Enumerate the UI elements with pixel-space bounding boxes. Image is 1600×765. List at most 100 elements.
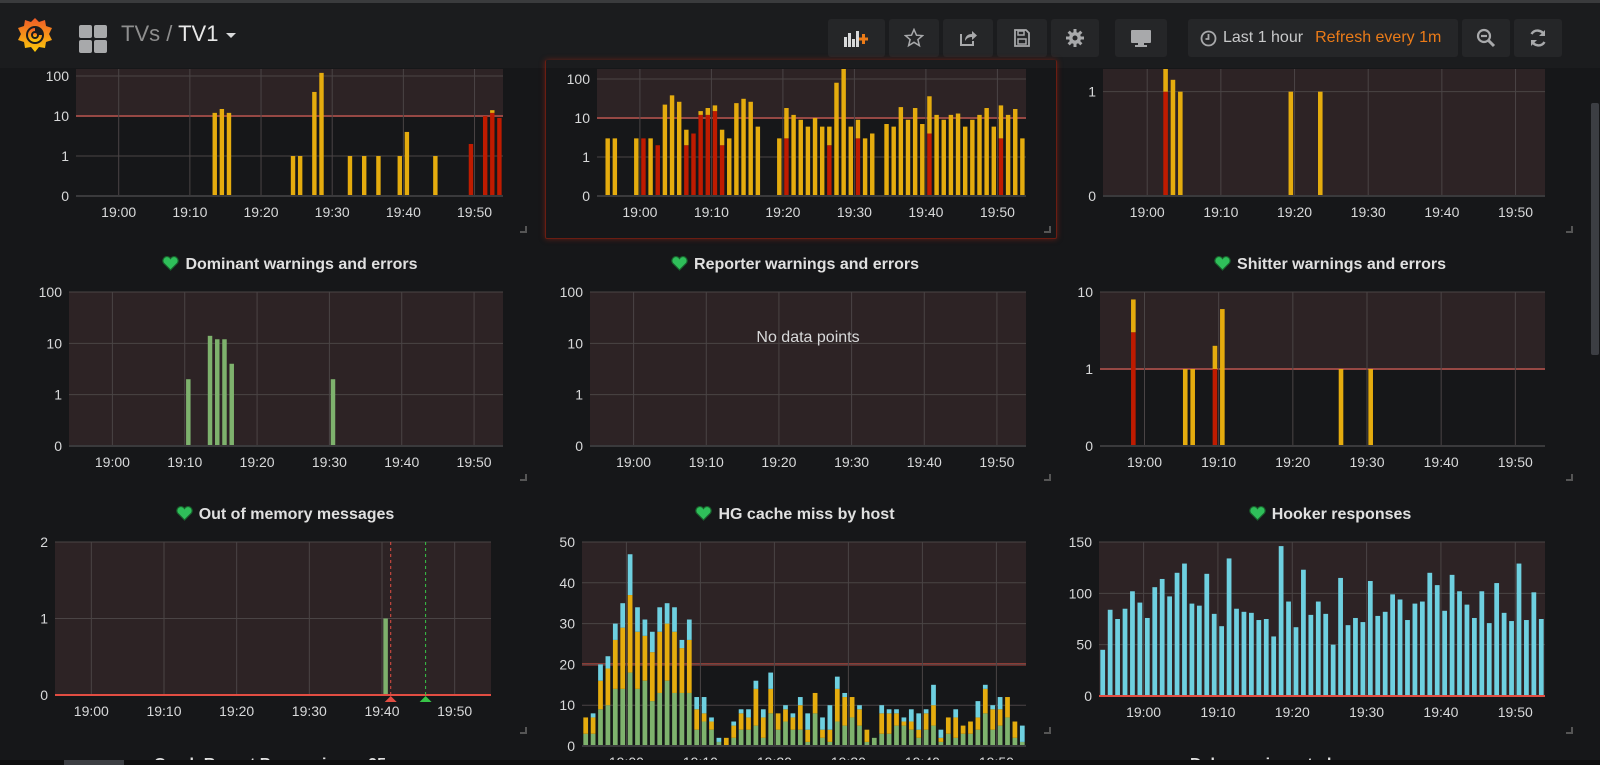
x-tick-label: 19:20 [219, 703, 254, 719]
breadcrumb[interactable]: TVs / TV1 [121, 21, 237, 47]
bar-host-a [834, 721, 840, 746]
bar-host-b [709, 721, 714, 730]
bar-host-c [842, 692, 848, 698]
y-tick-label: 10 [46, 335, 62, 351]
bar-host-b [901, 721, 907, 726]
x-tick-label: 19:50 [1498, 454, 1533, 470]
dashboards-grid-icon[interactable] [79, 25, 107, 53]
bar-host-a [916, 737, 922, 746]
bar-host-c [768, 672, 774, 689]
bar-responses [1531, 592, 1537, 696]
bar-warnings [1170, 79, 1176, 196]
bar-host-c [879, 705, 885, 714]
bar-host-a [598, 709, 603, 746]
save-dashboard-button[interactable] [997, 19, 1047, 57]
bar-host-b [968, 721, 973, 734]
vertical-scrollbar[interactable] [1591, 103, 1599, 355]
bar-host-b [620, 627, 626, 689]
panel-resize-handle[interactable] [520, 474, 527, 481]
y-tick-label: 0 [1088, 188, 1096, 204]
alert-ok-heart-icon [671, 256, 688, 271]
bar-host-c [805, 713, 811, 730]
y-tick-label: 50 [559, 534, 575, 550]
bar-warnings [1182, 369, 1188, 446]
bar-host-a [790, 729, 796, 746]
annotation-marker[interactable] [384, 696, 397, 702]
y-tick-label: 10 [559, 697, 575, 713]
x-tick-label: 19:50 [457, 454, 492, 470]
bar-responses [1434, 585, 1440, 696]
panel-title[interactable]: Hooker responses [1050, 506, 1600, 524]
bar-host-b [982, 688, 988, 714]
bar-host-a [812, 713, 818, 746]
y-tick-label: 100 [1069, 585, 1093, 601]
bar-host-a [886, 733, 892, 746]
grafana-logo-icon[interactable] [16, 16, 54, 54]
bar-warnings [222, 339, 227, 446]
panel-resize-handle[interactable] [1566, 474, 1573, 481]
panel-resize-handle[interactable] [520, 727, 527, 734]
panel-title[interactable]: Shitter warnings and errors [1050, 256, 1600, 274]
bar-responses [1286, 601, 1291, 696]
bar-host-b [768, 688, 774, 714]
bar-host-c [783, 705, 788, 710]
panel-title[interactable]: Dominant warnings and errors [40, 256, 540, 274]
dashboard-title[interactable]: TV1 [178, 21, 218, 46]
y-tick-label: 1 [40, 611, 48, 627]
bar-warnings [1220, 309, 1225, 446]
panel-resize-handle[interactable] [520, 226, 527, 233]
bar-responses [1524, 620, 1529, 696]
panel-title[interactable]: Reporter warnings and errors [540, 256, 1050, 274]
panel-resize-handle[interactable] [1044, 226, 1051, 233]
add-panel-button[interactable] [828, 19, 885, 57]
bar-responses [1263, 619, 1269, 696]
horizontal-scrollbar[interactable] [64, 760, 124, 765]
zoom-out-button[interactable] [1462, 19, 1510, 57]
refresh-dashboard-button[interactable] [1514, 19, 1562, 57]
chevron-down-icon[interactable] [226, 32, 237, 38]
threshold-region [1100, 292, 1545, 369]
bar-host-c [657, 607, 663, 632]
panel-title[interactable]: Out of memory messages [30, 506, 540, 524]
panel-resize-handle[interactable] [1566, 727, 1573, 734]
time-picker-button[interactable]: Last 1 hour Refresh every 1m [1188, 19, 1458, 57]
gear-icon [1066, 29, 1084, 47]
panel-resize-handle[interactable] [1566, 226, 1573, 233]
bar-responses [1323, 613, 1329, 696]
bar-host-b [775, 713, 781, 730]
bar-host-c [857, 705, 862, 710]
dashboard-settings-button[interactable] [1051, 19, 1099, 57]
bar-responses [1501, 612, 1507, 696]
y-tick-label: 0 [567, 738, 575, 754]
x-tick-label: 19:10 [1203, 204, 1238, 220]
alert-ok-heart-icon [175, 506, 193, 521]
bar-host-b [1005, 697, 1010, 718]
bar-host-b [834, 688, 840, 722]
share-dashboard-button[interactable] [943, 19, 993, 57]
annotation-marker[interactable] [419, 696, 432, 702]
panel-title[interactable]: HG cache miss by host [540, 506, 1050, 524]
panel-title-text: Hooker responses [1271, 506, 1412, 523]
bar-warnings [215, 339, 220, 446]
x-tick-label: 19:50 [457, 204, 492, 220]
bar-host-a [1019, 741, 1025, 746]
panel-resize-handle[interactable] [1044, 727, 1051, 734]
x-tick-label: 19:40 [1423, 704, 1458, 720]
y-tick-label: 50 [1076, 637, 1092, 653]
bar-warnings [1163, 69, 1168, 92]
bar-host-b [672, 631, 677, 693]
threshold-region [76, 69, 503, 117]
breadcrumb-folder[interactable]: TVs [121, 21, 160, 46]
star-dashboard-button[interactable] [889, 19, 939, 57]
bar-host-c [923, 709, 929, 714]
bar-host-a [797, 729, 803, 746]
panel-resize-handle[interactable] [1044, 474, 1051, 481]
bar-errors [1212, 369, 1218, 446]
bar-host-a [590, 733, 596, 746]
panel-title-text: Reporter warnings and errors [694, 256, 919, 273]
x-tick-label: 19:40 [1424, 204, 1459, 220]
tv-mode-button[interactable] [1115, 19, 1167, 57]
bar-warnings [1190, 369, 1195, 446]
bar-host-b [857, 709, 862, 726]
bar-host-a [701, 721, 707, 746]
